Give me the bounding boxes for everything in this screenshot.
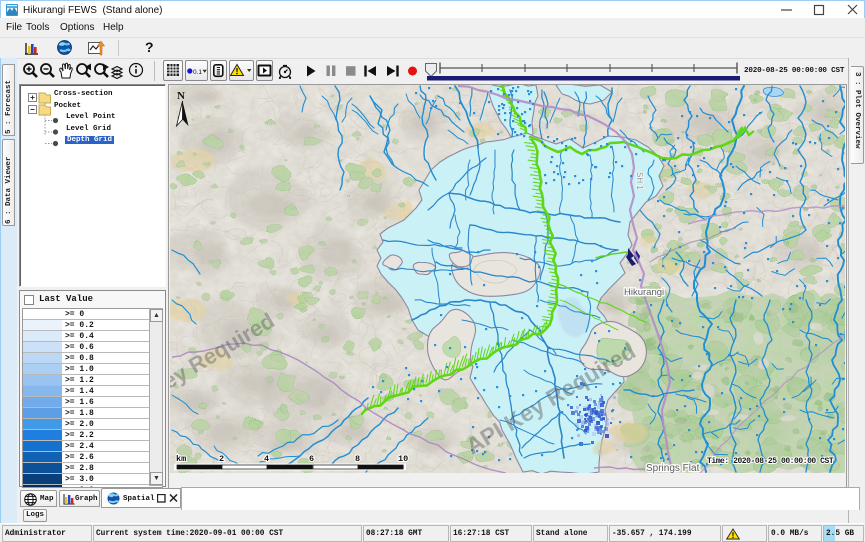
svg-text:km: km (176, 454, 186, 464)
svg-text:N: N (177, 90, 185, 102)
svg-text:4: 4 (264, 454, 269, 464)
svg-text:0.1: 0.1 (193, 69, 202, 76)
svg-text:6: 6 (309, 454, 314, 464)
svg-text:Hikurangi: Hikurangi (624, 287, 664, 298)
svg-text:2: 2 (219, 454, 224, 464)
svg-text:10: 10 (398, 454, 408, 464)
svg-text:SH 1: SH 1 (635, 172, 644, 190)
svg-text:Springs Flat: Springs Flat (646, 463, 700, 473)
svg-text:Time: 2020-08-25 00:00:00 CST: Time: 2020-08-25 00:00:00 CST (707, 457, 834, 466)
svg-text:8: 8 (355, 454, 360, 464)
